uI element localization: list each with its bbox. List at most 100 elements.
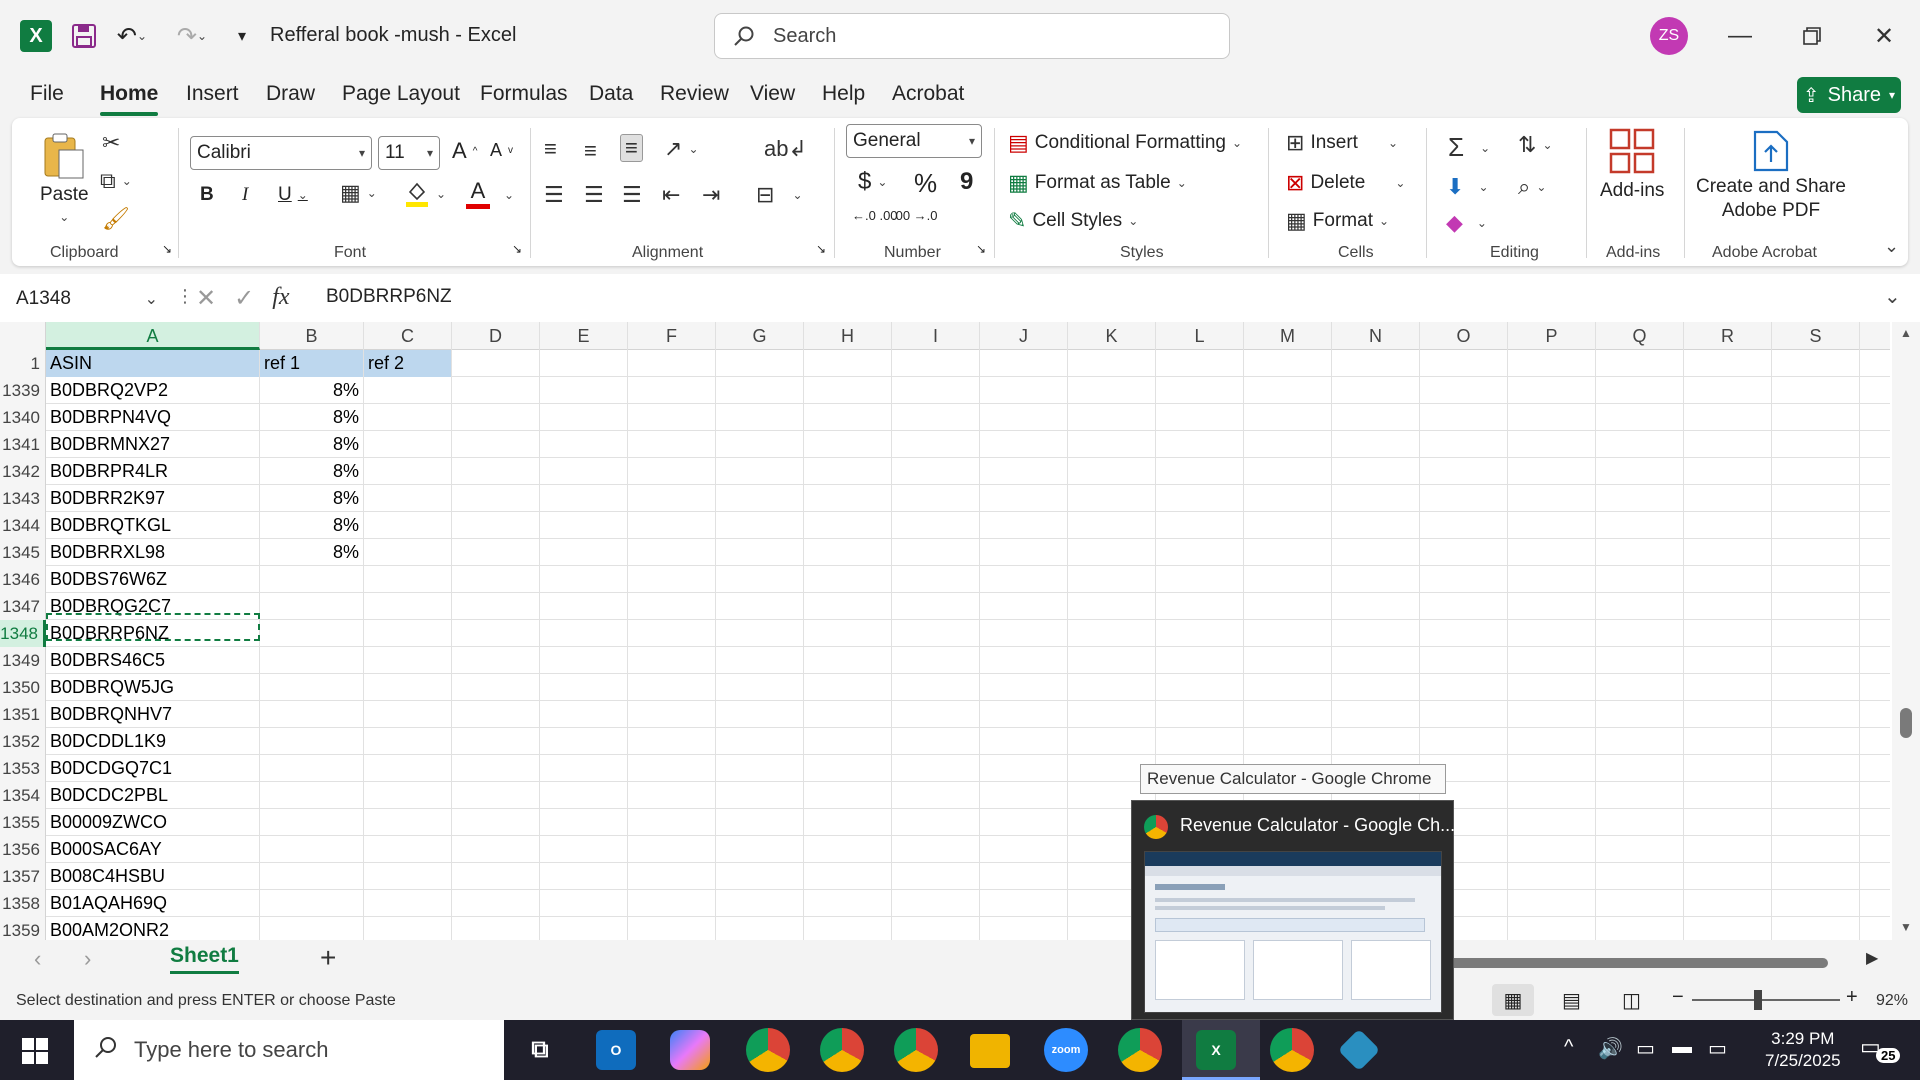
undo-icon[interactable]: ↶ ⌄ — [110, 18, 154, 54]
row-number[interactable]: 1353 — [0, 755, 46, 782]
row-number[interactable]: 1348 — [0, 620, 46, 647]
column-header-g[interactable]: G — [716, 322, 804, 350]
meet-now-icon[interactable]: ▭ — [1636, 1036, 1655, 1061]
cell-b[interactable] — [260, 728, 363, 755]
format-cells-button[interactable]: ▦ Format ⌄ — [1286, 208, 1389, 234]
align-top-icon[interactable]: ≡ — [544, 136, 557, 162]
cell-a[interactable]: B0DBRQNHV7 — [46, 701, 259, 728]
conditional-formatting-button[interactable]: ▤ Conditional Formatting ⌄ — [1008, 130, 1242, 156]
chevron-down-icon[interactable]: ⌄ — [504, 188, 514, 202]
cell-b[interactable] — [260, 647, 363, 674]
cell-b[interactable] — [260, 782, 363, 809]
cell-b[interactable] — [260, 620, 363, 647]
row-number[interactable]: 1357 — [0, 863, 46, 890]
dialog-launcher-icon[interactable]: ↘ — [816, 242, 826, 256]
dialog-launcher-icon[interactable]: ↘ — [162, 242, 172, 256]
underline-button[interactable]: U ⌄ — [278, 184, 308, 206]
cell-a[interactable]: B00AM2ONR2 — [46, 917, 259, 940]
align-center-icon[interactable]: ☰ — [584, 182, 604, 208]
cell-b[interactable] — [260, 674, 363, 701]
increase-decimal-button[interactable]: ←.0 .00 — [852, 208, 898, 223]
row-number[interactable]: 1359 — [0, 917, 46, 940]
zoom-level[interactable]: 92% — [1876, 992, 1908, 1010]
currency-button[interactable]: $ ⌄ — [858, 168, 887, 196]
cell-a[interactable]: B0DBRPR4LR — [46, 458, 259, 485]
dialog-launcher-icon[interactable]: ↘ — [512, 242, 522, 256]
expand-formula-bar-icon[interactable]: ⌄ — [1884, 284, 1901, 309]
decrease-indent-icon[interactable]: ⇤ — [662, 182, 680, 208]
chrome-window-preview[interactable]: Revenue Calculator - Google Ch... — [1131, 800, 1455, 1020]
close-icon[interactable]: ✕ — [1864, 18, 1904, 54]
shrink-font-button[interactable]: Av — [490, 140, 513, 161]
cell-a[interactable]: B0DCDC2PBL — [46, 782, 259, 809]
cell-c[interactable]: ref 2 — [364, 350, 451, 377]
network-icon[interactable]: ▭ — [1708, 1036, 1727, 1061]
row-number[interactable]: 1351 — [0, 701, 46, 728]
chrome-profile-icon[interactable] — [746, 1028, 790, 1072]
comma-button[interactable]: 9 — [960, 168, 973, 196]
cell-b[interactable] — [260, 593, 363, 620]
column-header-n[interactable]: N — [1332, 322, 1420, 350]
column-header-f[interactable]: F — [628, 322, 716, 350]
cell-b[interactable]: 8% — [260, 512, 363, 539]
cell-a[interactable]: B0DBRQTKGL — [46, 512, 259, 539]
row-number[interactable]: 1349 — [0, 647, 46, 674]
cell-b[interactable]: 8% — [260, 485, 363, 512]
worksheet-grid[interactable]: A B C D E F G H I J K L M N O P Q R S 1 … — [0, 322, 1920, 940]
align-right-icon[interactable]: ☰ — [622, 182, 642, 208]
cell-b[interactable] — [260, 755, 363, 782]
cell-b[interactable]: 8% — [260, 431, 363, 458]
borders-icon[interactable]: ▦ ⌄ — [340, 180, 377, 206]
name-box[interactable]: A1348 ⌄ — [12, 282, 162, 316]
minimize-icon[interactable]: — — [1720, 18, 1760, 54]
row-number[interactable]: 1345 — [0, 539, 46, 566]
cell-a[interactable]: B0DBRPN4VQ — [46, 404, 259, 431]
zoom-app-icon[interactable]: zoom — [1044, 1028, 1088, 1072]
paste-button[interactable]: Paste ⌄ — [40, 130, 89, 224]
zoom-out-icon[interactable]: − — [1672, 986, 1684, 1009]
customize-qat-icon[interactable]: ▾ — [230, 18, 254, 54]
column-header-o[interactable]: O — [1420, 322, 1508, 350]
cell-a[interactable]: B008C4HSBU — [46, 863, 259, 890]
align-left-icon[interactable]: ☰ — [544, 182, 564, 208]
tab-view[interactable]: View — [750, 82, 795, 106]
cell-b[interactable] — [260, 809, 363, 836]
number-format-select[interactable]: General ▾ — [846, 124, 982, 158]
decrease-decimal-button[interactable]: .00 →.0 — [892, 208, 938, 223]
row-number[interactable]: 1340 — [0, 404, 46, 431]
column-header-s[interactable]: S — [1772, 322, 1860, 350]
cell-a[interactable]: B0DCDDL1K9 — [46, 728, 259, 755]
font-family-select[interactable]: Calibri ▾ — [190, 136, 372, 170]
merge-center-icon[interactable]: ⊟ ⌄ — [756, 182, 803, 208]
bold-button[interactable]: B — [200, 184, 214, 206]
cell-a[interactable]: B0DCDGQ7C1 — [46, 755, 259, 782]
column-header-p[interactable]: P — [1508, 322, 1596, 350]
increase-indent-icon[interactable]: ⇥ — [702, 182, 720, 208]
zoom-slider[interactable] — [1692, 999, 1840, 1001]
chevron-up-icon[interactable]: ^ — [1564, 1036, 1573, 1059]
vertical-scroll-thumb[interactable] — [1900, 708, 1912, 738]
cell-b[interactable]: ref 1 — [260, 350, 363, 377]
row-number[interactable]: 1350 — [0, 674, 46, 701]
vertical-scrollbar[interactable]: ▲ ▼ — [1892, 322, 1920, 940]
cell-b[interactable]: 8% — [260, 377, 363, 404]
app-icon[interactable] — [1337, 1028, 1381, 1072]
row-number[interactable]: 1 — [0, 350, 46, 377]
tab-page-layout[interactable]: Page Layout — [342, 82, 460, 106]
font-color-button[interactable]: A — [466, 178, 490, 209]
delete-cells-button[interactable]: ⊠ Delete ⌄ — [1286, 170, 1405, 196]
row-number[interactable]: 1358 — [0, 890, 46, 917]
restore-icon[interactable] — [1792, 18, 1832, 54]
copy-icon[interactable]: ⧉ ⌄ — [100, 168, 132, 194]
tab-help[interactable]: Help — [822, 82, 865, 106]
column-header-c[interactable]: C — [364, 322, 452, 350]
row-number[interactable]: 1346 — [0, 566, 46, 593]
search-box[interactable]: Search — [714, 13, 1230, 59]
cell-a[interactable]: B0DBRRXL98 — [46, 539, 259, 566]
find-select-icon[interactable]: ⌕ ⌄ — [1518, 174, 1546, 200]
fill-icon[interactable]: ⬇ ⌄ — [1446, 174, 1489, 200]
row-number[interactable]: 1339 — [0, 377, 46, 404]
font-size-select[interactable]: 11 ▾ — [378, 136, 440, 170]
row-number[interactable]: 1356 — [0, 836, 46, 863]
tab-file[interactable]: File — [30, 82, 64, 106]
